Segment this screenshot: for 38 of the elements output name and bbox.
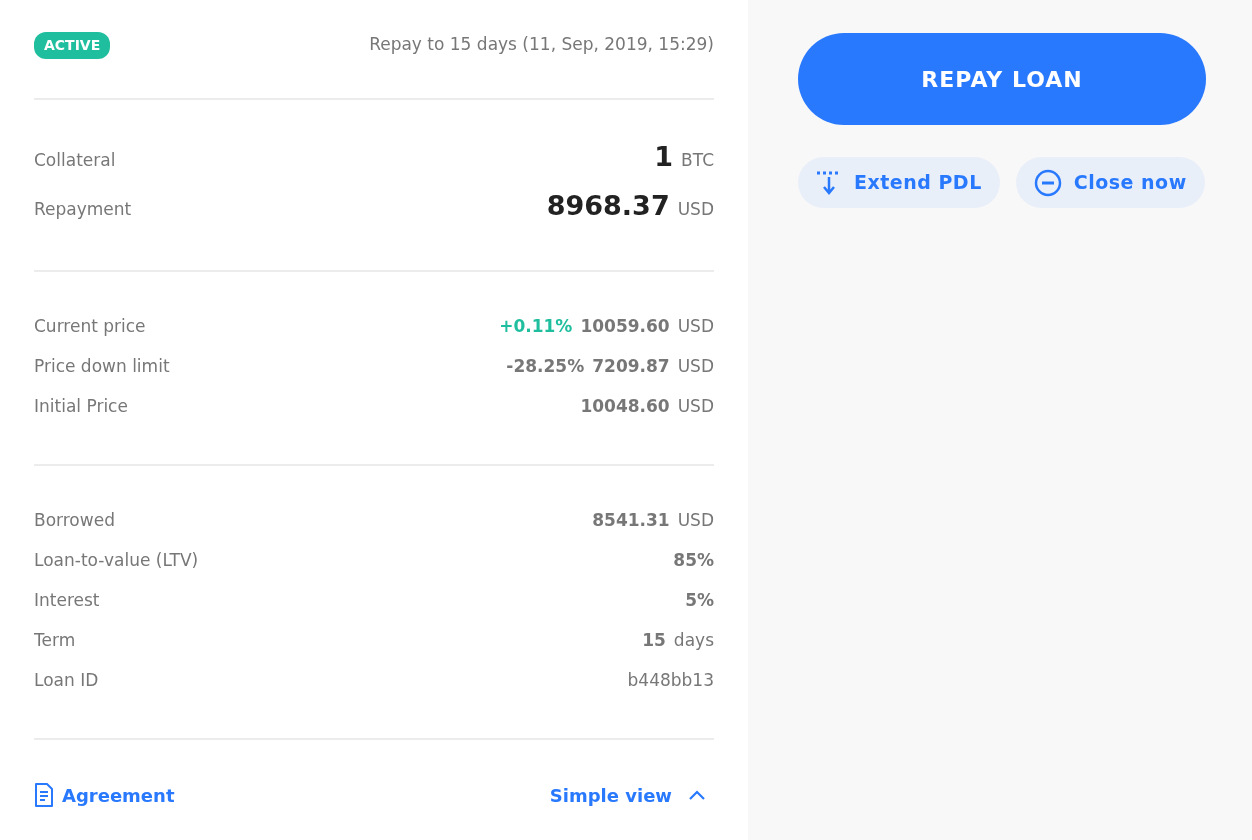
unit-text: USD <box>677 395 714 418</box>
amount-value: -28.25% <box>506 355 585 378</box>
amount-value: 5% <box>685 589 714 612</box>
price-change: +0.11% <box>499 315 573 338</box>
extend-button[interactable]: Extend PDL <box>798 157 1000 208</box>
repay-loan-button[interactable]: REPAY LOAN <box>798 33 1206 125</box>
row-label: Interest <box>34 589 100 612</box>
row-label: Collateral <box>34 149 116 172</box>
close-now-button[interactable]: Close now <box>1015 157 1205 208</box>
row-label: Price down limit <box>34 355 170 378</box>
row-label: Repayment <box>34 198 132 221</box>
unit-text: b448bb13 <box>627 669 714 692</box>
amount-value: 10048.60 <box>580 395 670 418</box>
amount-value: 15 <box>642 629 666 652</box>
unit-text: USD <box>677 198 714 221</box>
row-label: Initial Price <box>34 395 128 418</box>
amount-value: 10059.60 <box>580 315 670 338</box>
row-label: Current price <box>34 315 146 338</box>
row-label: Loan-to-value (LTV) <box>34 549 199 572</box>
view-toggle-link[interactable]: Simple view <box>549 781 706 809</box>
row-label: Borrowed <box>34 509 115 532</box>
unit-text: USD <box>677 509 714 532</box>
row-label: Loan ID <box>34 669 99 692</box>
unit-text: USD <box>677 355 714 378</box>
due-date-text: Repay to 15 days (11, Sep, 2019, 15:29) <box>369 33 714 57</box>
minus-circle-icon <box>1033 168 1062 197</box>
amount-value: 1 <box>654 140 674 174</box>
unit-text: USD <box>677 315 714 338</box>
amount-value: 7209.87 <box>592 355 670 378</box>
amount-value: 85% <box>673 549 714 572</box>
unit-text: days <box>673 629 714 652</box>
unit-text: BTC <box>681 149 714 172</box>
agreement-link[interactable]: Agreement <box>34 781 175 809</box>
amount-value: 8968.37 <box>546 189 670 223</box>
document-icon <box>34 782 54 808</box>
amount-value: 8541.31 <box>592 509 670 532</box>
row-label: Term <box>34 629 76 652</box>
status-badge: ACTIVE <box>34 31 111 59</box>
